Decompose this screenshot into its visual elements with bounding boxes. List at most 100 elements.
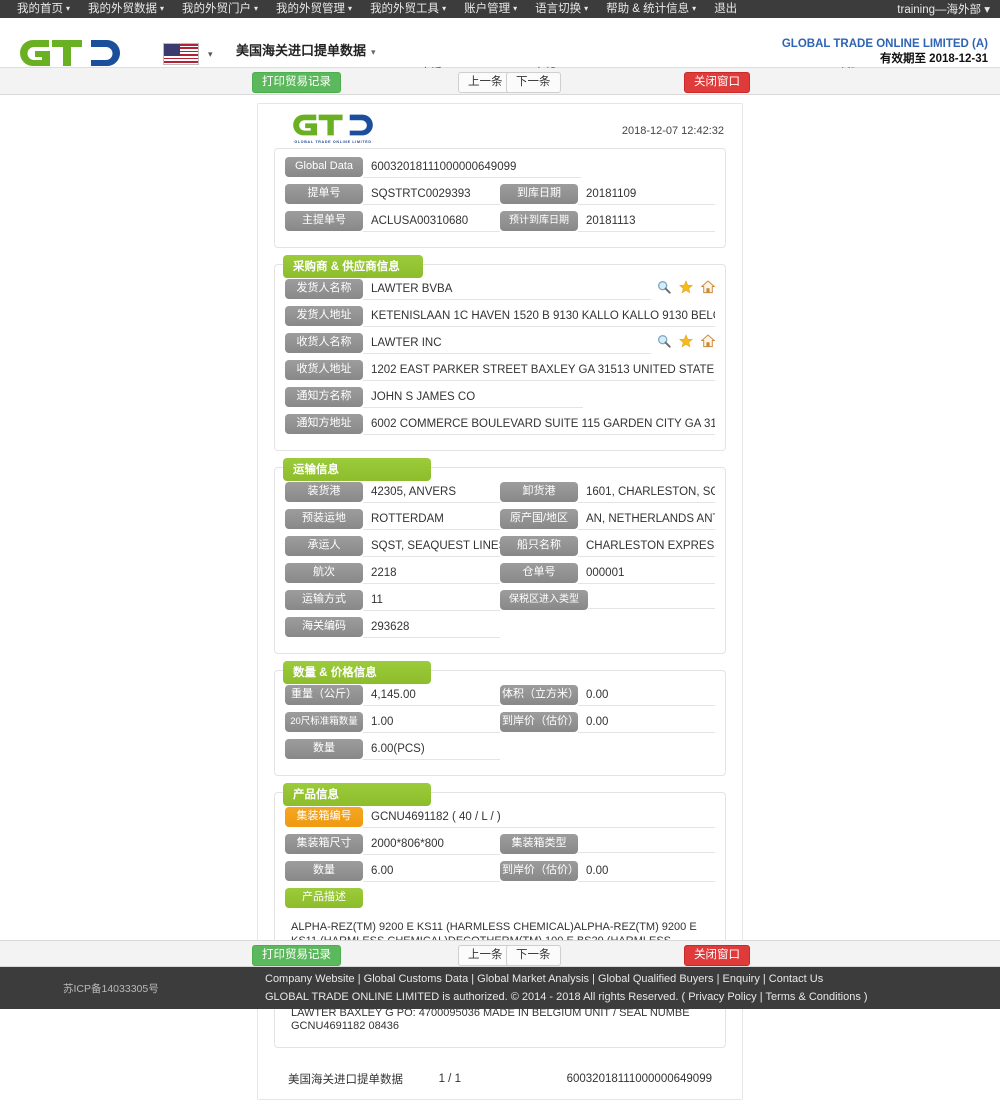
field-product-quantity: 数量 6.00	[285, 861, 500, 882]
footer-copyright: GLOBAL TRADE ONLINE LIMITED is authorize…	[265, 991, 868, 1003]
field-value: 1601, CHARLESTON, SC	[578, 482, 715, 503]
field-label: 数量	[285, 861, 363, 881]
field-pre-carriage-place: 预装运地 ROTTERDAM	[285, 509, 500, 530]
nav-item-trade-portal[interactable]: 我的外贸门户 ▾	[173, 0, 267, 19]
nav-item-account-management[interactable]: 账户管理 ▾	[455, 0, 526, 19]
field-label: 发货人地址	[285, 306, 363, 326]
field-label: 集装箱尺寸	[285, 834, 363, 854]
field-consignee-name: 收货人名称 LAWTER INC	[285, 333, 715, 354]
close-window-button-bottom[interactable]: 关闭窗口	[684, 945, 750, 966]
field-value: 20181113	[578, 211, 715, 232]
card-footer-page: 1 / 1	[438, 1072, 461, 1085]
search-icon[interactable]	[657, 280, 671, 294]
field-value: LAWTER INC	[363, 333, 651, 354]
field-product-description-label: 产品描述	[285, 888, 363, 908]
nav-item-label: 账户管理	[464, 2, 511, 15]
field-row: 运输方式 11 保税区进入类型	[285, 590, 715, 611]
field-global-data: Global Data 60032018111000000649099	[285, 157, 715, 178]
top-navigation-bar: 我的首页 ▾ 我的外贸数据 ▾ 我的外贸门户 ▾ 我的外贸管理 ▾ 我的外贸工具 ▾ 账户…	[0, 0, 1000, 18]
card-logo-subtitle: GLOBAL TRADE ONLINE LIMITED	[294, 140, 372, 144]
field-value: 6002 COMMERCE BOULEVARD SUITE 115 GARDEN…	[363, 414, 715, 435]
field-row: 数量 6.00 到岸价（估价） 0.00	[285, 861, 715, 882]
field-shipper-name: 发货人名称 LAWTER BVBA	[285, 279, 715, 300]
chevron-down-icon: ▾	[160, 3, 165, 13]
home-icon[interactable]	[701, 334, 715, 348]
field-value: 1.00	[363, 712, 500, 733]
field-value: 11	[363, 590, 500, 611]
field-label: 通知方名称	[285, 387, 363, 407]
field-label: 预计到库日期	[500, 211, 578, 231]
next-record-button[interactable]: 下一条	[506, 72, 561, 93]
field-quantity: 数量 6.00(PCS)	[285, 739, 500, 760]
chevron-down-icon: ▾	[254, 3, 259, 13]
field-value: 6.00	[363, 861, 500, 882]
field-label: 20尺标准箱数量	[285, 712, 363, 732]
field-row: 20尺标准箱数量 1.00 到岸价（估价） 0.00	[285, 712, 715, 733]
nav-item-trade-data[interactable]: 我的外贸数据 ▾	[79, 0, 173, 19]
field-value: 6.00(PCS)	[363, 739, 500, 760]
nav-item-home[interactable]: 我的首页 ▾	[8, 0, 79, 19]
nav-item-logout[interactable]: 退出	[705, 0, 746, 18]
home-icon[interactable]	[701, 280, 715, 294]
panel-title: 数量 & 价格信息	[283, 661, 431, 684]
field-master-bill-number: 主提单号 ACLUSA00310680	[285, 211, 500, 232]
field-row: 发货人名称 LAWTER BVBA	[285, 279, 715, 300]
page-title[interactable]: 美国海关进口提单数据 ▾	[236, 40, 690, 59]
field-weight-kg: 重量（公斤） 4,145.00	[285, 685, 500, 706]
field-shipper-address: 发货人地址 KETENISLAAN 1C HAVEN 1520 B 9130 K…	[285, 306, 715, 327]
card-footer: 美国海关进口提单数据 1 / 1 60032018111000000649099	[270, 1061, 730, 1095]
field-container-size: 集装箱尺寸 2000*806*800	[285, 834, 500, 855]
field-row: 集装箱编号 GCNU4691182 ( 40 / L / )	[285, 807, 715, 828]
field-value: 0.00	[578, 685, 715, 706]
nav-item-label: 语言切换	[535, 2, 582, 15]
field-vessel-name: 船只名称 CHARLESTON EXPRESS	[500, 536, 715, 557]
field-label: 重量（公斤）	[285, 685, 363, 705]
nav-item-help-stats[interactable]: 帮助 & 统计信息 ▾	[597, 0, 705, 19]
field-label: 集装箱编号	[285, 807, 363, 827]
panel-title: 采购商 & 供应商信息	[283, 255, 423, 278]
nav-item-trade-management[interactable]: 我的外贸管理 ▾	[267, 0, 361, 19]
field-label: 承运人	[285, 536, 363, 556]
search-icon[interactable]	[657, 334, 671, 348]
account-expiry-value: 2018-12-31	[929, 53, 988, 65]
field-label: 装货港	[285, 482, 363, 502]
previous-record-button[interactable]: 上一条	[458, 72, 513, 93]
close-window-button[interactable]: 关闭窗口	[684, 72, 750, 93]
user-menu[interactable]: training—海外部 ▾	[897, 1, 990, 17]
field-country-of-origin: 原产国/地区 AN, NETHERLANDS ANTILLES	[500, 509, 715, 530]
field-value: AN, NETHERLANDS ANTILLES	[578, 509, 715, 530]
chevron-down-icon: ▾	[584, 3, 589, 13]
field-notify-party-address: 通知方地址 6002 COMMERCE BOULEVARD SUITE 115 …	[285, 414, 715, 435]
account-expiry-label: 有效期至	[879, 53, 926, 65]
field-value: 20181109	[578, 184, 715, 205]
field-value: 0.00	[578, 861, 715, 882]
nav-item-language-switch[interactable]: 语言切换 ▾	[526, 0, 597, 19]
toolbar-top: 打印贸易记录 上一条 下一条 关闭窗口	[0, 68, 1000, 95]
field-label: 原产国/地区	[500, 509, 578, 529]
print-trade-record-button-bottom[interactable]: 打印贸易记录	[252, 945, 341, 966]
field-product-cif-estimated: 到岸价（估价） 0.00	[500, 861, 715, 882]
nav-item-label: 我的首页	[17, 2, 63, 15]
field-label: 集装箱类型	[500, 834, 578, 854]
next-record-button-bottom[interactable]: 下一条	[506, 945, 561, 966]
field-value	[578, 834, 715, 853]
chevron-down-icon: ▾	[513, 3, 518, 13]
footer-links[interactable]: Company Website | Global Customs Data | …	[265, 973, 823, 985]
field-container-number: 集装箱编号 GCNU4691182 ( 40 / L / )	[285, 807, 715, 828]
nav-item-label: 退出	[714, 3, 738, 15]
country-selector[interactable]: ▾	[163, 43, 213, 65]
row-action-icons	[651, 279, 715, 294]
page-header: GLOBAL TRADE ONLINE LIMITED ▾ 美国海关进口提单数据…	[0, 18, 1000, 80]
field-label: 预装运地	[285, 509, 363, 529]
previous-record-button-bottom[interactable]: 上一条	[458, 945, 513, 966]
field-value: SQSTRTC0029393	[363, 184, 500, 205]
field-label: 通知方地址	[285, 414, 363, 434]
nav-item-trade-tools[interactable]: 我的外贸工具 ▾	[361, 0, 455, 19]
field-label: 海关编码	[285, 617, 363, 637]
field-row: 预装运地 ROTTERDAM 原产国/地区 AN, NETHERLANDS AN…	[285, 509, 715, 530]
field-value: 4,145.00	[363, 685, 500, 706]
star-icon[interactable]	[679, 334, 693, 348]
field-port-of-discharge: 卸货港 1601, CHARLESTON, SC	[500, 482, 715, 503]
star-icon[interactable]	[679, 280, 693, 294]
print-trade-record-button[interactable]: 打印贸易记录	[252, 72, 341, 93]
